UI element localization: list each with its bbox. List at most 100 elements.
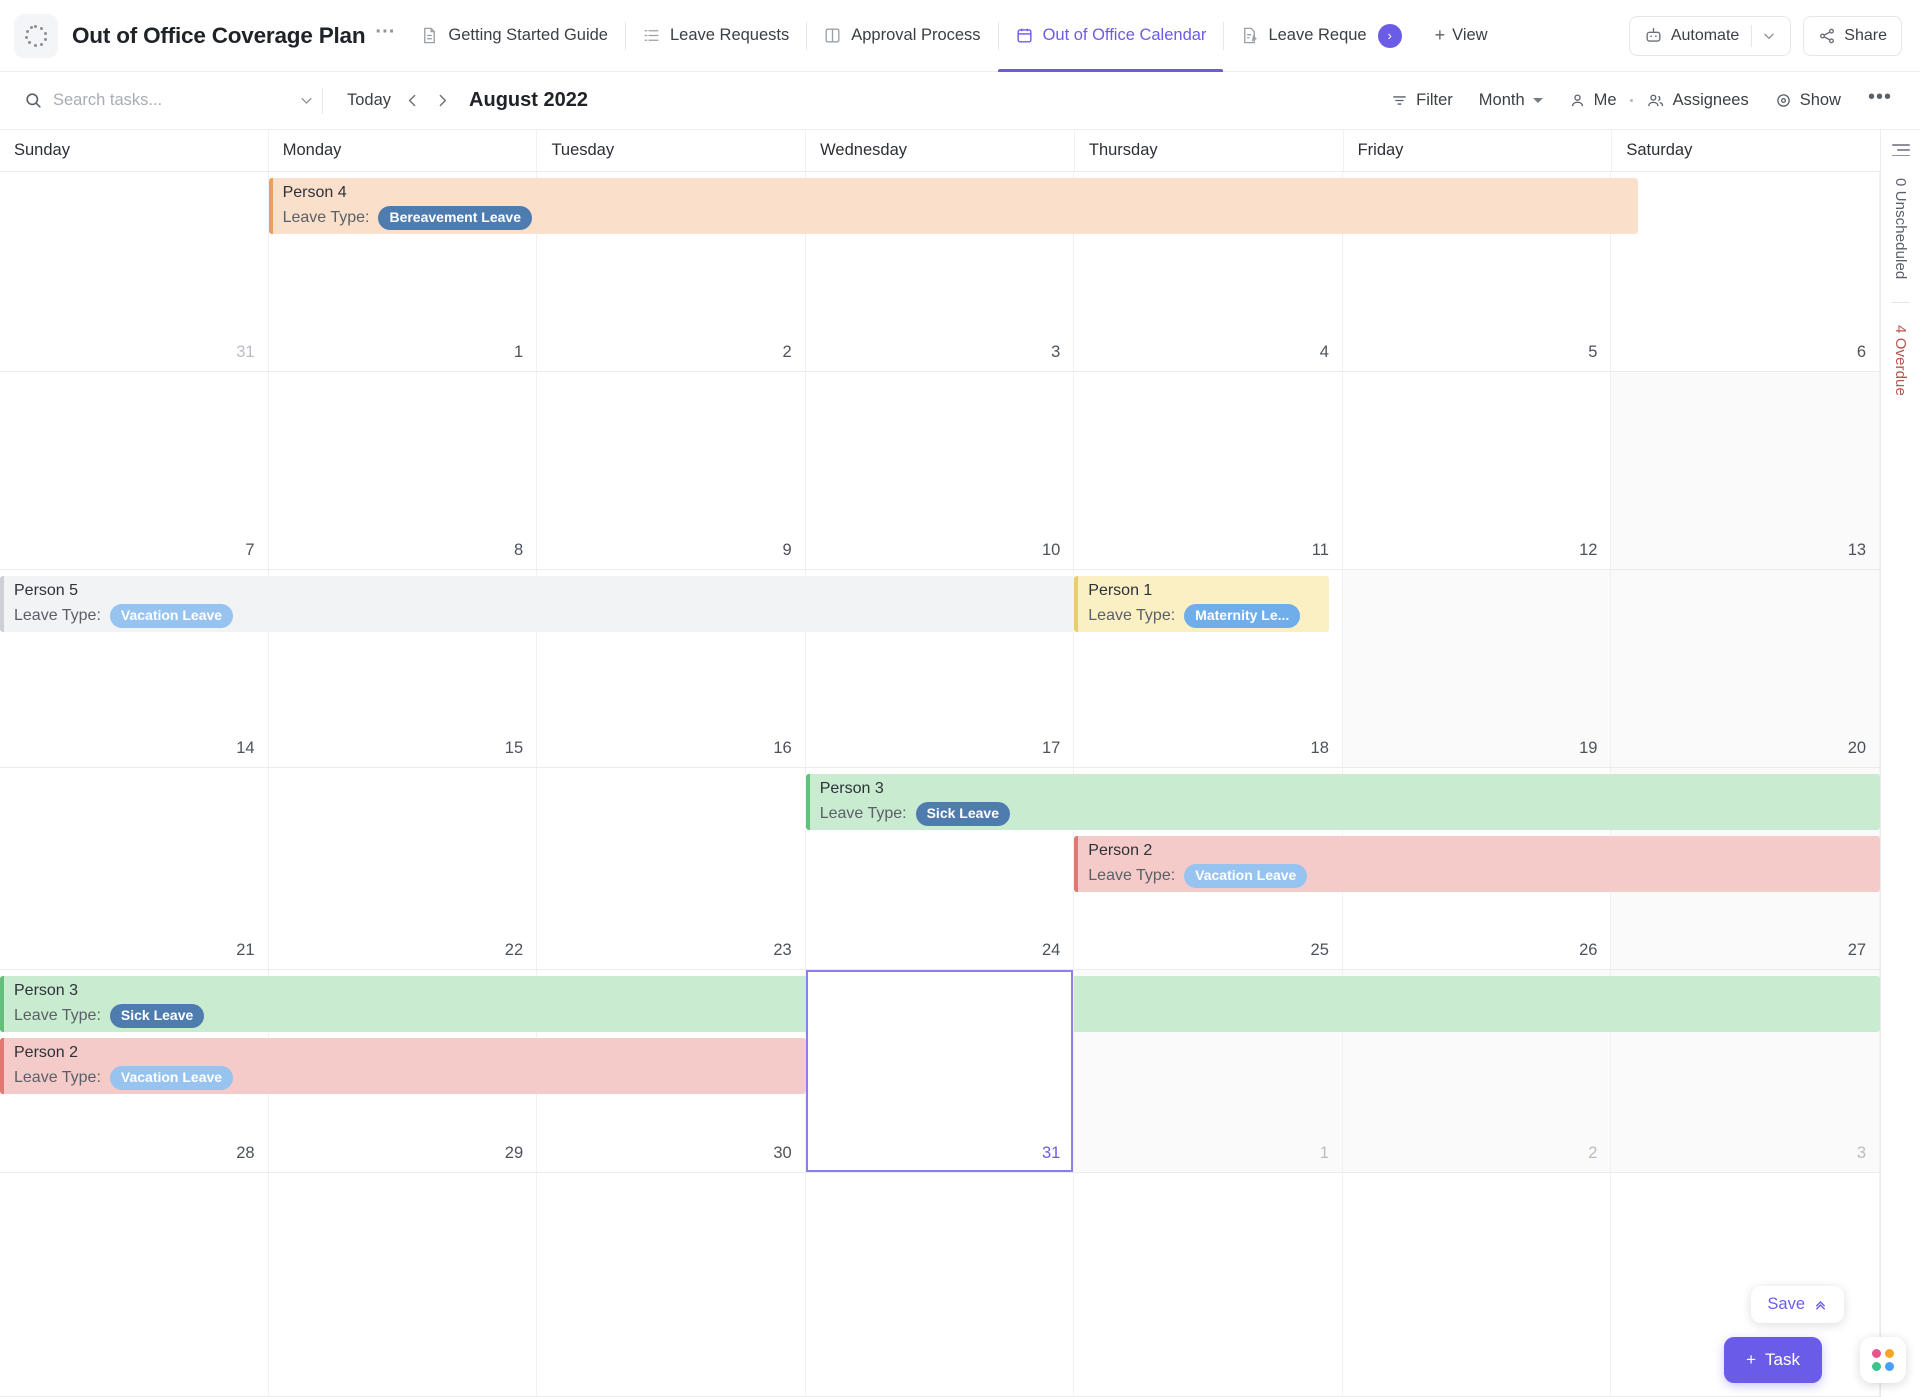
current-month-label: August 2022: [469, 89, 588, 111]
tab-leave-request-form[interactable]: Leave Reque ›: [1223, 0, 1418, 72]
day-number: 28: [236, 1144, 255, 1162]
day-number: 24: [1041, 941, 1061, 959]
event-person-name: Person 4: [282, 183, 347, 201]
event-leave-type-label: Leave Type:: [14, 1006, 101, 1024]
add-view-button[interactable]: + View: [1419, 0, 1504, 72]
calendar-day-cell[interactable]: 7: [0, 372, 269, 569]
event-leave-type-label: Leave Type:: [1088, 866, 1176, 884]
day-number: 10: [1041, 541, 1061, 559]
calendar-day-cell[interactable]: 10: [805, 372, 1075, 569]
day-number: 4: [1319, 343, 1329, 361]
calendar-day-cell[interactable]: [1074, 1173, 1343, 1396]
automate-label: Automate: [1670, 26, 1740, 44]
view-mode-selector[interactable]: Month: [1466, 91, 1556, 110]
add-task-button[interactable]: + Task: [1724, 1337, 1822, 1383]
calendar-event[interactable]: Person 5 Leave Type: Vacation Leave: [0, 576, 1075, 632]
clickup-dots-logo-icon[interactable]: [14, 13, 58, 58]
me-filter-button[interactable]: Me: [1556, 91, 1630, 110]
apps-grid-icon[interactable]: [1860, 1337, 1906, 1383]
next-month-button[interactable]: [427, 86, 457, 116]
calendar-day-cell[interactable]: [268, 1173, 538, 1396]
filter-button[interactable]: Filter: [1378, 91, 1466, 110]
calendar-event[interactable]: Person 1 Leave Type: Maternity Le...: [1074, 576, 1330, 632]
share-label: Share: [1844, 26, 1887, 44]
calendar-day-cell[interactable]: 31: [805, 970, 1075, 1172]
view-mode-label: Month: [1478, 91, 1525, 109]
rail-divider: [1891, 301, 1910, 303]
event-leave-type-row: Leave Type: Vacation Leave: [14, 603, 1074, 628]
tab-approval-process[interactable]: Approval Process: [806, 0, 997, 72]
automate-button[interactable]: Automate: [1628, 15, 1792, 56]
leave-type-badge[interactable]: Sick Leave: [915, 801, 1010, 826]
tab-leave-requests[interactable]: Leave Requests: [625, 0, 806, 72]
calendar-day-cell[interactable]: 6: [1611, 172, 1881, 371]
filter-icon: [1393, 96, 1406, 105]
toolbar-divider: [322, 87, 323, 114]
day-number: 29: [504, 1144, 524, 1162]
calendar-event[interactable]: Person 2 Leave Type: Vacation Leave: [1074, 836, 1880, 892]
assignees-filter-button[interactable]: Assignees: [1633, 91, 1762, 110]
toolbar-more-button[interactable]: •••: [1854, 87, 1902, 108]
leave-type-badge[interactable]: Maternity Le...: [1184, 603, 1301, 628]
day-number: 20: [1847, 739, 1867, 757]
calendar-day-cell[interactable]: [537, 1173, 806, 1396]
calendar-event[interactable]: Person 4 Leave Type: Bereavement Leave: [268, 178, 1639, 234]
leave-type-badge[interactable]: Vacation Leave: [109, 603, 234, 628]
leave-type-badge[interactable]: Vacation Leave: [1184, 863, 1308, 888]
calendar-day-cell[interactable]: 12: [1342, 372, 1612, 569]
doc-icon: [424, 27, 436, 44]
day-number: 21: [236, 941, 255, 959]
show-options-button[interactable]: Show: [1762, 91, 1854, 110]
calendar-day-cell[interactable]: 21: [0, 768, 269, 969]
chevrons-up-icon: [1816, 1301, 1825, 1310]
calendar-week-row: 14 15 16 17 18 19 20 Person 5 Leave Type: Vacatio…: [0, 570, 1881, 768]
calendar-day-cell[interactable]: 11: [1074, 372, 1343, 569]
tab-label: Getting Started Guide: [448, 26, 608, 44]
day-number: 27: [1847, 941, 1867, 959]
calendar-day-cell[interactable]: [0, 1173, 269, 1396]
tab-getting-started-guide[interactable]: Getting Started Guide: [403, 0, 625, 72]
calendar-day-cell[interactable]: [1342, 1173, 1612, 1396]
day-number: 1: [1319, 1144, 1329, 1162]
day-number: 11: [1311, 541, 1329, 559]
people-icon: [1647, 94, 1663, 107]
tab-overflow-next-icon[interactable]: ›: [1377, 23, 1402, 48]
day-number: 3: [1051, 343, 1061, 361]
day-number: 26: [1579, 941, 1598, 959]
chevron-down-icon[interactable]: [299, 93, 314, 108]
event-leave-type-label: Leave Type:: [819, 804, 907, 822]
calendar-day-cell[interactable]: [805, 1173, 1075, 1396]
today-button[interactable]: Today: [341, 91, 397, 110]
tab-out-of-office-calendar[interactable]: Out of Office Calendar: [997, 0, 1224, 72]
share-button[interactable]: Share: [1803, 15, 1902, 56]
calendar-event[interactable]: Person 2 Leave Type: Vacation Leave: [0, 1038, 806, 1094]
chevron-left-icon: [408, 94, 415, 107]
chevron-down-icon[interactable]: [1762, 29, 1776, 43]
day-number: 17: [1041, 739, 1061, 757]
unscheduled-count[interactable]: 0 Unscheduled: [1892, 178, 1909, 279]
calendar-event[interactable]: Person 3 Leave Type: Sick Leave: [805, 774, 1880, 830]
search-input[interactable]: [53, 91, 268, 110]
calendar-day-cell[interactable]: 23: [537, 768, 806, 969]
calendar-day-cell[interactable]: 13: [1611, 372, 1881, 569]
leave-type-badge[interactable]: Vacation Leave: [109, 1065, 234, 1090]
title-more-menu[interactable]: ···: [375, 22, 395, 45]
drag-lines-icon[interactable]: [1891, 144, 1910, 157]
day-number: 16: [773, 739, 792, 757]
calendar-day-cell[interactable]: 19: [1342, 570, 1612, 767]
leave-type-badge[interactable]: Sick Leave: [109, 1003, 205, 1028]
overdue-count[interactable]: 4 Overdue: [1892, 325, 1909, 396]
day-number: 2: [1588, 1144, 1598, 1162]
calendar-day-cell[interactable]: 20: [1611, 570, 1881, 767]
day-number: 2: [782, 343, 792, 361]
prev-month-button[interactable]: [397, 86, 427, 116]
leave-type-badge[interactable]: Bereavement Leave: [378, 205, 532, 230]
calendar-week-row: 7 8 9 10 11 12 13: [0, 372, 1881, 570]
save-button[interactable]: Save: [1751, 1286, 1844, 1323]
calendar-day-cell[interactable]: 9: [537, 372, 806, 569]
calendar-day-cell[interactable]: 8: [268, 372, 538, 569]
event-leave-type-row: Leave Type: Vacation Leave: [1088, 863, 1880, 888]
calendar-day-cell[interactable]: 22: [268, 768, 538, 969]
day-number: 14: [236, 739, 255, 757]
calendar-day-cell[interactable]: 31: [0, 172, 269, 371]
